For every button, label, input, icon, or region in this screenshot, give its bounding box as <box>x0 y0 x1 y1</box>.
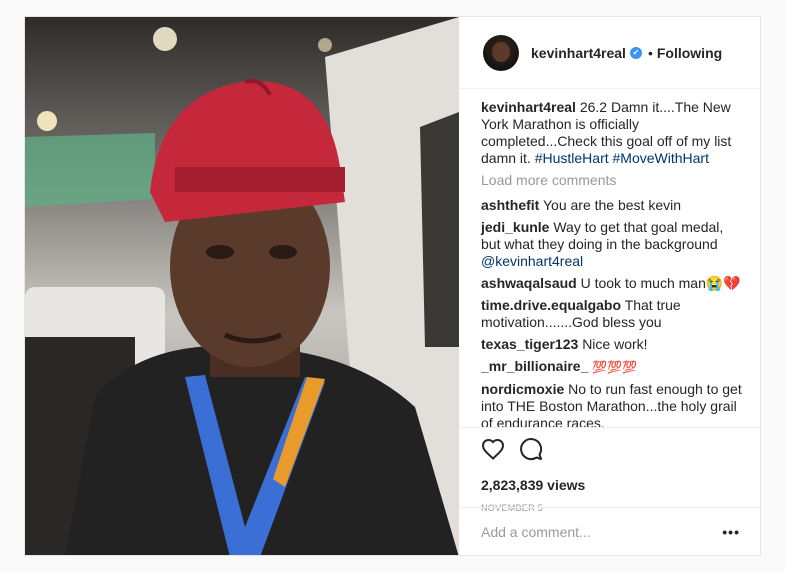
post-sidebar: kevinhart4real ✔ • Following kevinhart4r… <box>459 17 760 555</box>
view-count[interactable]: 2,823,839 views <box>481 477 738 493</box>
comment-text: You are the best kevin <box>542 197 682 213</box>
comment-item: nordicmoxie No to run fast enough to get… <box>481 381 742 432</box>
author-username[interactable]: kevinhart4real <box>531 45 626 61</box>
comment-item: ashthefit You are the best kevin <box>481 197 742 214</box>
heart-icon[interactable] <box>481 438 505 465</box>
selfie-image <box>25 17 459 555</box>
comment-author[interactable]: texas_tiger123 <box>481 336 578 352</box>
verified-badge-icon: ✔ <box>629 46 642 59</box>
comment-author[interactable]: ashthefit <box>481 197 539 213</box>
comment-author[interactable]: jedi_kunle <box>481 219 549 235</box>
post-header: kevinhart4real ✔ • Following <box>459 17 760 89</box>
comment-author[interactable]: nordicmoxie <box>481 381 564 397</box>
add-comment-bar: ••• <box>459 507 760 555</box>
comment-mention[interactable]: @kevinhart4real <box>481 253 583 269</box>
comment-item: _mr_billionaire_ 💯💯💯 <box>481 358 742 376</box>
comment-item: ashwaqalsaud U took to much man😭💔 <box>481 275 742 292</box>
comment-item: jedi_kunle Way to get that goal medal, b… <box>481 219 742 270</box>
separator-dot: • <box>647 44 653 61</box>
comment-item: texas_tiger123 Nice work! <box>481 336 742 353</box>
avatar[interactable] <box>483 34 519 71</box>
speech-bubble-icon[interactable] <box>519 437 543 466</box>
comment-input[interactable] <box>481 523 701 540</box>
post-photo[interactable] <box>25 17 459 555</box>
comments-list: kevinhart4real 26.2 Damn it....The New Y… <box>459 89 760 437</box>
comment-text: U took to much man😭💔 <box>580 275 741 291</box>
comment-author[interactable]: time.drive.equalgabo <box>481 297 621 313</box>
instagram-post: kevinhart4real ✔ • Following kevinhart4r… <box>24 16 761 556</box>
comment-text: 💯💯💯 <box>592 360 638 374</box>
post-actions: 2,823,839 views NOVEMBER 5 <box>459 427 760 513</box>
caption: kevinhart4real 26.2 Damn it....The New Y… <box>481 99 742 167</box>
comment-text: Nice work! <box>582 336 648 352</box>
comment-author[interactable]: _mr_billionaire_ <box>481 358 588 374</box>
following-button[interactable]: Following <box>657 45 722 61</box>
comment-item: time.drive.equalgabo That true motivatio… <box>481 297 742 331</box>
comment-author[interactable]: ashwaqalsaud <box>481 275 577 291</box>
caption-author[interactable]: kevinhart4real <box>481 99 576 115</box>
load-more-comments[interactable]: Load more comments <box>481 172 742 189</box>
action-icons <box>481 437 738 466</box>
caption-hashtags[interactable]: #HustleHart #MoveWithHart <box>535 150 709 166</box>
more-options-button[interactable]: ••• <box>722 524 740 540</box>
